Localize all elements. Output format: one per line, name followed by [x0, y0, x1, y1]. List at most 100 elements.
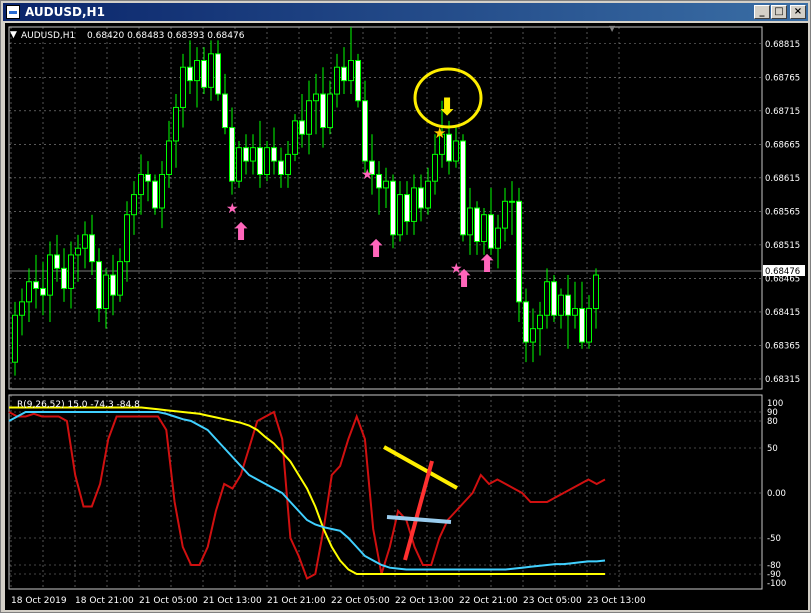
- y-tick-label: 0.68665: [765, 140, 800, 150]
- candle-body: [47, 254, 53, 296]
- candle-body: [278, 160, 284, 175]
- y-tick-label: 0.68565: [765, 207, 800, 217]
- candle-body: [117, 261, 123, 296]
- candle-body: [362, 100, 368, 162]
- candle-body: [586, 308, 592, 343]
- candle-body: [264, 147, 270, 175]
- candle-body: [222, 93, 228, 129]
- candle-body: [593, 274, 599, 310]
- shift-marker-icon[interactable]: ▼: [609, 24, 616, 33]
- pink-star-icon: ★: [450, 261, 463, 277]
- candle-body: [208, 53, 214, 88]
- candle-body: [404, 194, 410, 222]
- candle-body: [236, 147, 242, 182]
- candle-body: [467, 207, 473, 236]
- candle-body: [194, 60, 200, 82]
- candle-body: [376, 173, 382, 189]
- candle-body: [313, 93, 319, 102]
- candle-body: [40, 287, 46, 296]
- chart-svg: 18 Oct 2019 18 Oct 21:00 21 Oct 05:00 21 Oc…: [8, 24, 805, 606]
- candle-body: [257, 147, 263, 175]
- y-tick-label: 0.68415: [765, 308, 800, 318]
- x-tick-label: 21 Oct 13:00: [203, 596, 262, 606]
- candle-body: [292, 120, 298, 155]
- candle-body: [383, 180, 389, 189]
- candle-body: [96, 261, 102, 310]
- oscillator-line: [8, 410, 606, 580]
- candle-body: [551, 281, 557, 316]
- oscillator-title: R(9,26,52) 15.0 -74.3 -84.8: [17, 400, 140, 410]
- candle-body: [397, 194, 403, 236]
- restore-icon[interactable]: □: [771, 5, 787, 19]
- candle-body: [110, 274, 116, 296]
- candle-body: [565, 294, 571, 316]
- symbol-dropdown-icon[interactable]: ▼: [10, 30, 17, 40]
- candle-body: [516, 200, 522, 303]
- candle-body: [572, 308, 578, 316]
- candle-body: [348, 60, 354, 82]
- candle-body: [138, 173, 144, 196]
- candle-body: [229, 127, 235, 182]
- candle-body: [341, 66, 347, 82]
- y-tick-label: 0.68615: [765, 174, 800, 184]
- candle-body: [537, 314, 543, 330]
- price-panel: 0.68476: [9, 27, 805, 376]
- candle-body: [173, 106, 179, 142]
- candle-body: [180, 66, 186, 108]
- candle-body: [530, 328, 536, 343]
- candle-body: [481, 214, 487, 243]
- oscillator-tick-label: -100: [767, 579, 786, 589]
- candle-body: [159, 173, 165, 209]
- chart-window: AUDUSD,H1 _ □ × 18 Oct 2019 18 Oct 21:00 2…: [0, 0, 811, 613]
- candle-body: [418, 187, 424, 209]
- oscillator-tick-label: 0.00: [767, 489, 786, 499]
- candle-body: [327, 93, 333, 129]
- y-tick-label: 0.68765: [765, 73, 800, 83]
- window-titlebar[interactable]: AUDUSD,H1 _ □ ×: [3, 3, 808, 21]
- candle-body: [579, 308, 585, 343]
- candle-body: [425, 180, 431, 209]
- candle-body: [187, 66, 193, 82]
- x-tick-label: 21 Oct 21:00: [267, 596, 326, 606]
- candle-body: [201, 60, 207, 88]
- candle-body: [523, 301, 529, 343]
- x-tick-label: 23 Oct 05:00: [523, 596, 582, 606]
- candle-body: [502, 200, 508, 229]
- candle-body: [89, 234, 95, 263]
- candle-body: [12, 314, 18, 363]
- candle-body: [103, 274, 109, 310]
- y-tick-label: 0.68715: [765, 107, 800, 117]
- candle-body: [215, 53, 221, 95]
- close-icon[interactable]: ×: [790, 5, 806, 19]
- drawn-red-trendline: [403, 460, 434, 561]
- pink-up-arrow-icon: ⬆: [231, 218, 251, 246]
- candle-body: [68, 254, 74, 289]
- yellow-down-arrow-icon: ⬇: [437, 93, 457, 121]
- candle-body: [432, 153, 438, 182]
- candle-body: [243, 147, 249, 162]
- oscillator-tick-label: 80: [767, 417, 778, 427]
- candle-body: [33, 281, 39, 289]
- candle-body: [299, 120, 305, 135]
- ohlc-readout: 0.68420 0.68483 0.68393 0.68476: [87, 31, 245, 41]
- candle-body: [411, 187, 417, 222]
- candle-body: [453, 140, 459, 162]
- candle-body: [145, 173, 151, 182]
- y-tick-label: 0.68515: [765, 241, 800, 251]
- chart-area[interactable]: 18 Oct 2019 18 Oct 21:00 21 Oct 05:00 21 Oc…: [5, 23, 808, 610]
- candle-body: [460, 140, 466, 236]
- candle-body: [82, 234, 88, 249]
- candle-body: [19, 301, 25, 316]
- candle-body: [474, 207, 480, 243]
- minimize-icon[interactable]: _: [754, 5, 770, 19]
- candle-body: [488, 214, 494, 249]
- candle-body: [271, 147, 277, 162]
- candle-body: [166, 140, 172, 175]
- candle-body: [446, 133, 452, 162]
- candle-body: [495, 227, 501, 249]
- candle-body: [509, 200, 515, 203]
- oscillator-tick-label: 50: [767, 444, 778, 454]
- pink-up-arrow-icon: ⬆: [477, 250, 497, 278]
- x-tick-label: 21 Oct 05:00: [139, 596, 198, 606]
- y-tick-label: 0.68315: [765, 375, 800, 385]
